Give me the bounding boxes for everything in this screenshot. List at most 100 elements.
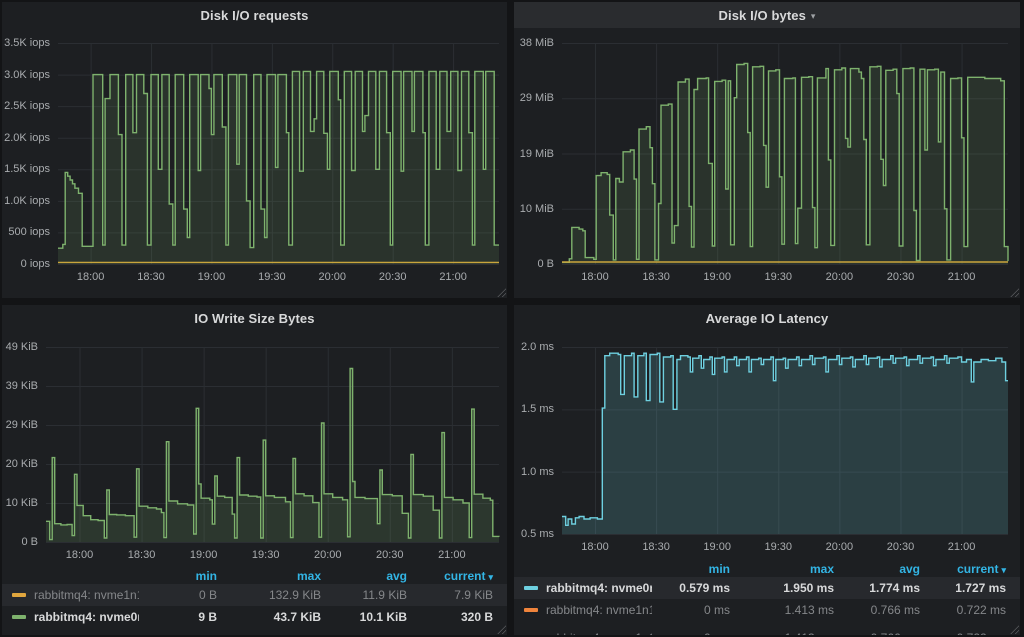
legend-value-current: 0.722 ms <box>920 603 1006 617</box>
legend-value-current: 7.9 KiB <box>407 588 493 602</box>
legend-header: minmaxavgcurrent▾ <box>514 561 1020 577</box>
panel-title: Disk I/O bytes <box>719 8 806 23</box>
y-tick-label: 3.0K iops <box>2 69 50 81</box>
series-swatch-icon[interactable] <box>12 615 26 619</box>
series-label[interactable]: rabbitmq4: nvme1n1: write <box>546 603 652 617</box>
y-tick-label: 49 KiB <box>2 341 38 353</box>
panel-io-write-size-bytes: IO Write Size Bytes 0 B 10 KiB 20 KiB 29 Ki… <box>2 305 507 635</box>
legend-value-max: 43.7 KiB <box>217 610 321 624</box>
legend-column-current[interactable]: current▾ <box>407 569 493 583</box>
sort-caret-icon: ▾ <box>488 572 493 582</box>
legend-series: rabbitmq4: nvme1n1: write <box>12 588 139 602</box>
x-tick-label: 18:30 <box>621 541 691 553</box>
x-tick-label: 19:30 <box>743 541 813 553</box>
chart-disk-io-bytes[interactable]: 0 B10 MiB19 MiB29 MiB38 MiB18:0018:3019:… <box>514 28 1020 298</box>
chart-canvas[interactable] <box>514 28 1020 298</box>
y-tick-label: 2.0K iops <box>2 132 50 144</box>
series-swatch-icon[interactable] <box>524 586 538 590</box>
panel-disk-io-bytes: Disk I/O bytes ▾ 0 B10 MiB19 MiB29 MiB38… <box>514 2 1020 298</box>
panel-header[interactable]: Average IO Latency <box>514 305 1020 331</box>
x-tick-label: 20:00 <box>804 541 874 553</box>
y-tick-label: 0 iops <box>2 258 50 270</box>
panel-disk-io-requests: Disk I/O requests 0 iops500 iops1.0K iop… <box>2 2 507 298</box>
x-tick-label: 19:00 <box>682 541 752 553</box>
legend-row: rabbitmq4: nvme1n1: write0 B132.9 KiB11.… <box>2 584 507 606</box>
series-swatch-icon[interactable] <box>12 593 26 597</box>
x-tick-label: 21:00 <box>418 271 488 283</box>
series-swatch-icon[interactable] <box>524 608 538 612</box>
chart-canvas[interactable] <box>514 329 1020 561</box>
x-tick-label: 18:00 <box>560 541 630 553</box>
legend-value-min: 0 ms <box>652 631 730 635</box>
x-tick-label: 21:00 <box>927 541 997 553</box>
legend-column-current[interactable]: current▾ <box>920 562 1006 576</box>
legend-value-avg: 11.9 KiB <box>321 588 407 602</box>
y-tick-label: 3.5K iops <box>2 37 50 49</box>
legend-series: rabbitmq4: nvme1n1: write <box>524 631 652 635</box>
y-tick-label: 29 MiB <box>514 92 554 104</box>
legend-value-current: 0.722 ms <box>920 631 1006 635</box>
legend-column-avg[interactable]: avg <box>321 569 407 583</box>
legend-column-max[interactable]: max <box>730 562 834 576</box>
x-tick-label: 18:00 <box>560 271 630 283</box>
chart-canvas[interactable] <box>2 28 507 298</box>
legend-value-current: 1.727 ms <box>920 581 1006 595</box>
legend-row: rabbitmq4: nvme1n1: write0 ms1.413 ms0.7… <box>514 627 1020 635</box>
y-tick-label: 39 KiB <box>2 380 38 392</box>
y-tick-label: 1.0K iops <box>2 195 50 207</box>
series-label[interactable]: rabbitmq4: nvme1n1: write <box>546 631 652 635</box>
legend-io-write-size-bytes: minmaxavgcurrent▾rabbitmq4: nvme1n1: wri… <box>2 568 507 635</box>
y-tick-label: 2.5K iops <box>2 100 50 112</box>
panel-title: Average IO Latency <box>706 311 829 326</box>
panel-title: Disk I/O requests <box>201 8 309 23</box>
y-tick-label: 20 KiB <box>2 458 38 470</box>
series-label[interactable]: rabbitmq4: nvme1n1: write <box>34 588 139 602</box>
legend-value-current: 320 B <box>407 610 493 624</box>
y-tick-label: 29 KiB <box>2 419 38 431</box>
series-label[interactable]: rabbitmq4: nvme0n1: write <box>546 581 652 595</box>
legend-column-avg[interactable]: avg <box>834 562 920 576</box>
x-tick-label: 19:30 <box>743 271 813 283</box>
panel-header[interactable]: IO Write Size Bytes <box>2 305 507 331</box>
y-tick-label: 1.5 ms <box>514 403 554 415</box>
legend-column-min[interactable]: min <box>652 562 730 576</box>
panel-title: IO Write Size Bytes <box>194 311 314 326</box>
x-tick-label: 21:00 <box>927 271 997 283</box>
panel-average-io-latency: Average IO Latency 0.5 ms 1.0 ms 1.5 ms 2.0… <box>514 305 1020 635</box>
x-tick-label: 20:00 <box>804 271 874 283</box>
y-tick-label: 2.0 ms <box>514 341 554 353</box>
legend-value-avg: 0.766 ms <box>834 603 920 617</box>
chart-disk-io-requests[interactable]: 0 iops500 iops1.0K iops1.5K iops2.0K iop… <box>2 28 507 298</box>
dropdown-caret-icon[interactable]: ▾ <box>811 10 816 21</box>
panel-header[interactable]: Disk I/O bytes ▾ <box>514 2 1020 28</box>
chart-io-write-size-bytes[interactable]: 0 B10 KiB20 KiB29 KiB39 KiB49 KiB18:0018… <box>2 329 507 568</box>
series-fill <box>46 369 499 543</box>
legend-value-min: 9 B <box>139 610 217 624</box>
sort-caret-icon: ▾ <box>1001 565 1006 575</box>
legend-value-avg: 10.1 KiB <box>321 610 407 624</box>
x-tick-label: 18:30 <box>621 271 691 283</box>
legend-row: rabbitmq4: nvme1n1: write0 ms1.413 ms0.7… <box>514 599 1020 621</box>
x-tick-label: 20:30 <box>865 541 935 553</box>
panel-header[interactable]: Disk I/O requests <box>2 2 507 28</box>
y-tick-label: 10 MiB <box>514 203 554 215</box>
legend-column-max[interactable]: max <box>217 569 321 583</box>
y-tick-label: 0.5 ms <box>514 528 554 540</box>
x-tick-label: 20:00 <box>293 549 363 561</box>
legend-value-avg: 1.774 ms <box>834 581 920 595</box>
legend-value-min: 0 B <box>139 588 217 602</box>
chart-canvas[interactable] <box>2 329 507 568</box>
y-tick-label: 1.0 ms <box>514 466 554 478</box>
legend-value-min: 0.579 ms <box>652 581 730 595</box>
y-tick-label: 10 KiB <box>2 497 38 509</box>
series-fill <box>562 353 1008 534</box>
x-tick-label: 21:00 <box>417 549 487 561</box>
legend-row: rabbitmq4: nvme0n1: write9 B43.7 KiB10.1… <box>2 606 507 628</box>
x-tick-label: 20:30 <box>865 271 935 283</box>
legend-column-min[interactable]: min <box>139 569 217 583</box>
chart-average-io-latency[interactable]: 0.5 ms 1.0 ms 1.5 ms 2.0 ms 18:0018:3019:001… <box>514 329 1020 561</box>
legend-value-max: 132.9 KiB <box>217 588 321 602</box>
y-tick-label: 0 B <box>2 536 38 548</box>
x-tick-label: 19:00 <box>169 549 239 561</box>
series-label[interactable]: rabbitmq4: nvme0n1: write <box>34 610 139 624</box>
